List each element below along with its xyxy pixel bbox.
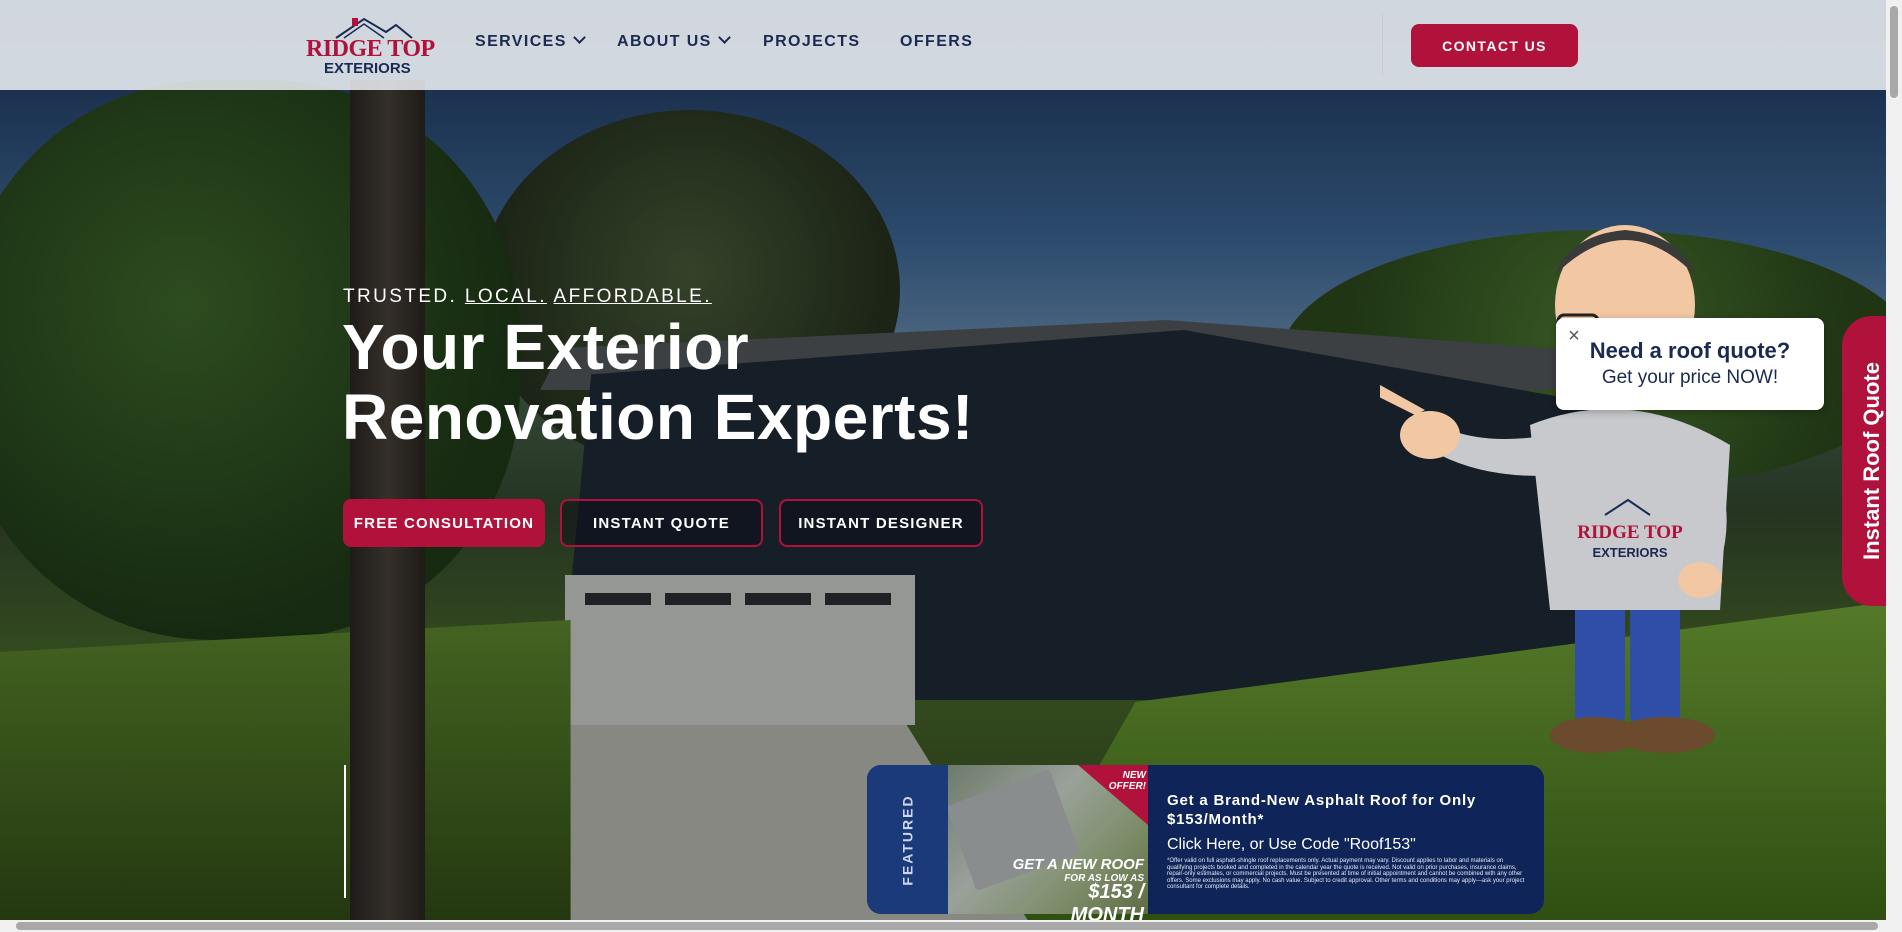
promo-new-badge: NEW OFFER! [1108,770,1146,792]
horizontal-scrollbar-thumb[interactable] [16,922,1878,930]
tagline-trusted: TRUSTED. [343,286,458,307]
site-header: RIDGE TOP EXTERIORS SERVICES ABOUT US PR… [0,0,1902,90]
vertical-scrollbar-thumb[interactable] [1890,6,1898,98]
promo-featured-label-wrap: FEATURED [867,765,948,914]
promo-featured-label: FEATURED [899,793,916,886]
logo-name: RIDGE TOP [306,36,435,62]
nav-services-label: SERVICES [475,33,567,50]
contact-us-button[interactable]: CONTACT US [1411,24,1578,67]
tagline-affordable: AFFORDABLE. [553,286,712,307]
instant-designer-button[interactable]: INSTANT DESIGNER [779,499,983,547]
mascot-shirt-sub: EXTERIORS [1592,545,1667,560]
nav-about-label: ABOUT US [617,33,712,50]
scroll-indicator-line [344,765,346,898]
logo-sub: EXTERIORS [324,60,411,77]
promo-fine-print: *Offer valid on full asphalt-shingle roo… [1167,858,1525,890]
promo-image-line1: GET A NEW ROOF [1012,856,1144,873]
vertical-scrollbar[interactable] [1886,0,1902,920]
chevron-down-icon [572,31,586,44]
free-consultation-button[interactable]: FREE CONSULTATION [343,499,545,547]
tagline-local: LOCAL. [464,286,547,307]
bubble-subtitle: Get your price NOW! [1601,367,1779,388]
side-tab-text: Instant Roof Quote [1859,362,1885,560]
nav-services[interactable]: SERVICES [475,31,586,51]
instant-quote-button[interactable]: INSTANT QUOTE [560,499,763,547]
site-logo[interactable]: RIDGE TOP EXTERIORS [306,16,435,77]
headline-line-1: Your Exterior [342,311,750,383]
headline-line-2: Renovation Experts! [342,381,974,453]
nav-offers[interactable]: OFFERS [900,33,973,51]
promo-link[interactable]: Click Here, or Use Code "Roof153" [1167,836,1416,854]
nav-about-us[interactable]: ABOUT US [617,31,731,51]
nav-projects[interactable]: PROJECTS [763,33,860,51]
mascot-shirt-name: RIDGE TOP [1577,522,1683,543]
quote-bubble[interactable] [1556,318,1824,410]
promo-title: Get a Brand-New Asphalt Roof for Only $1… [1167,792,1477,828]
hero-tagline: TRUSTED. LOCAL. AFFORDABLE. [343,286,712,308]
chevron-down-icon [717,31,731,44]
bubble-title: Need a roof quote? [1589,338,1791,363]
hero-headline: Your Exterior Renovation Experts! [342,312,974,452]
header-divider [1382,14,1383,76]
mascot-illustration[interactable]: RIDGE TOP EXTERIORS [1380,215,1760,775]
